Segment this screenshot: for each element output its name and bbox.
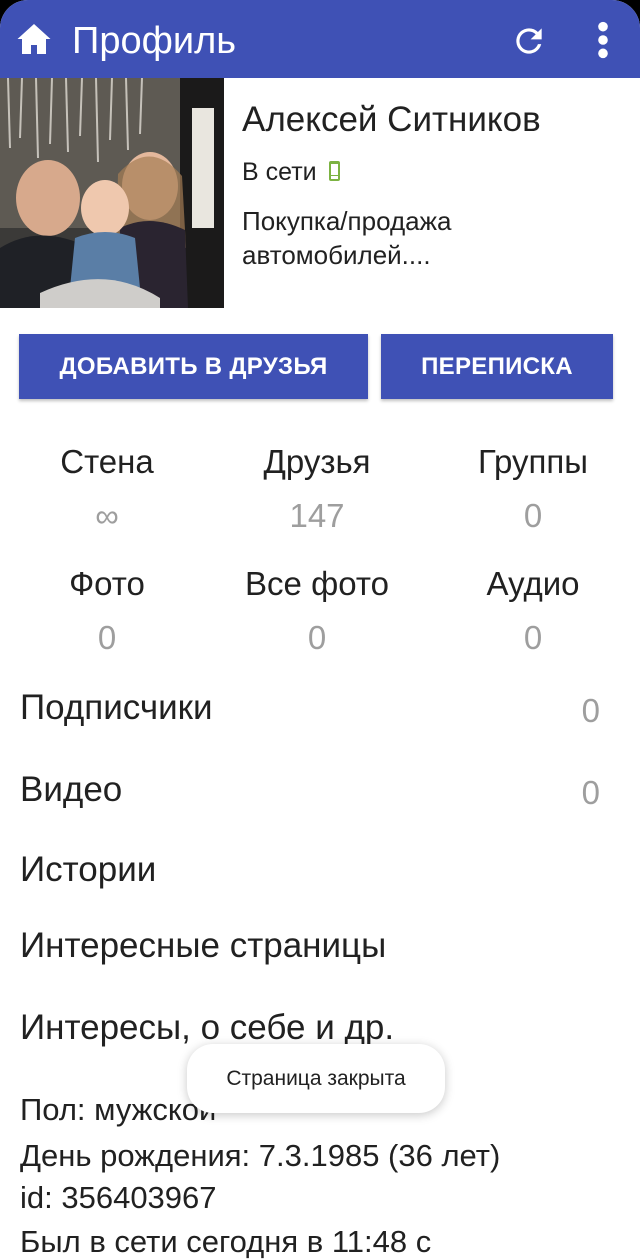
refresh-icon[interactable] [510,22,548,60]
info-gender: Пол: мужской [20,1092,217,1127]
row-followers[interactable]: Подписчики 0 [20,688,600,729]
add-friend-button[interactable]: ДОБАВИТЬ В ДРУЗЬЯ [19,334,368,399]
row-label: Подписчики [20,688,213,727]
row-video[interactable]: Видео 0 [20,770,600,811]
row-label: Интересные страницы [20,926,387,965]
counter-groups[interactable]: Группы 0 [426,442,640,536]
row-value: 0 [581,774,600,811]
counter-label: Все фото [245,565,389,602]
row-interests[interactable]: Интересы, о себе и др. [20,1008,600,1048]
counter-value: ∞ [95,497,119,534]
messages-button[interactable]: ПЕРЕПИСКА [381,334,613,399]
row-value: 0 [581,692,600,729]
info-id: id: 356403967 [20,1180,217,1215]
counter-audio[interactable]: Аудио 0 [426,564,640,658]
counter-wall[interactable]: Стена ∞ [0,442,214,536]
counter-value: 0 [97,619,117,656]
home-icon[interactable] [16,22,52,56]
counter-friends[interactable]: Друзья 147 [210,442,424,536]
app-bar: Профиль [0,0,640,78]
counter-label: Аудио [486,565,580,602]
counter-value: 0 [523,619,543,656]
online-label: В сети [242,158,317,186]
profile-name: Алексей Ситников [242,100,541,139]
profile-screen: Профиль Алексей Ситников В сети Покупка/… [0,0,640,1259]
profile-status: Покупка/продажа автомобилей.... [242,206,452,270]
counter-label: Фото [69,565,145,602]
row-label: Интересы, о себе и др. [20,1008,395,1047]
info-birthday: День рождения: 7.3.1985 (36 лет) [20,1138,501,1173]
counter-label: Стена [60,443,154,480]
counter-label: Друзья [263,443,371,480]
row-label: Видео [20,770,123,809]
counter-value: 0 [307,619,327,656]
online-status: В сети [242,158,341,187]
info-last-seen: Был в сети сегодня в 11:48 с [20,1224,432,1259]
page-title: Профиль [72,20,237,62]
more-vert-icon[interactable] [590,20,616,60]
counter-label: Группы [478,443,588,480]
counter-photos[interactable]: Фото 0 [0,564,214,658]
mobile-phone-icon [328,161,340,181]
row-interesting-pages[interactable]: Интересные страницы [20,926,600,966]
counter-value: 147 [289,497,345,534]
row-stories[interactable]: Истории [20,850,600,890]
toast-message: Страница закрыта [187,1044,445,1113]
row-label: Истории [20,850,157,889]
avatar[interactable] [0,78,224,308]
counter-all-photos[interactable]: Все фото 0 [210,564,424,658]
counter-value: 0 [523,497,543,534]
